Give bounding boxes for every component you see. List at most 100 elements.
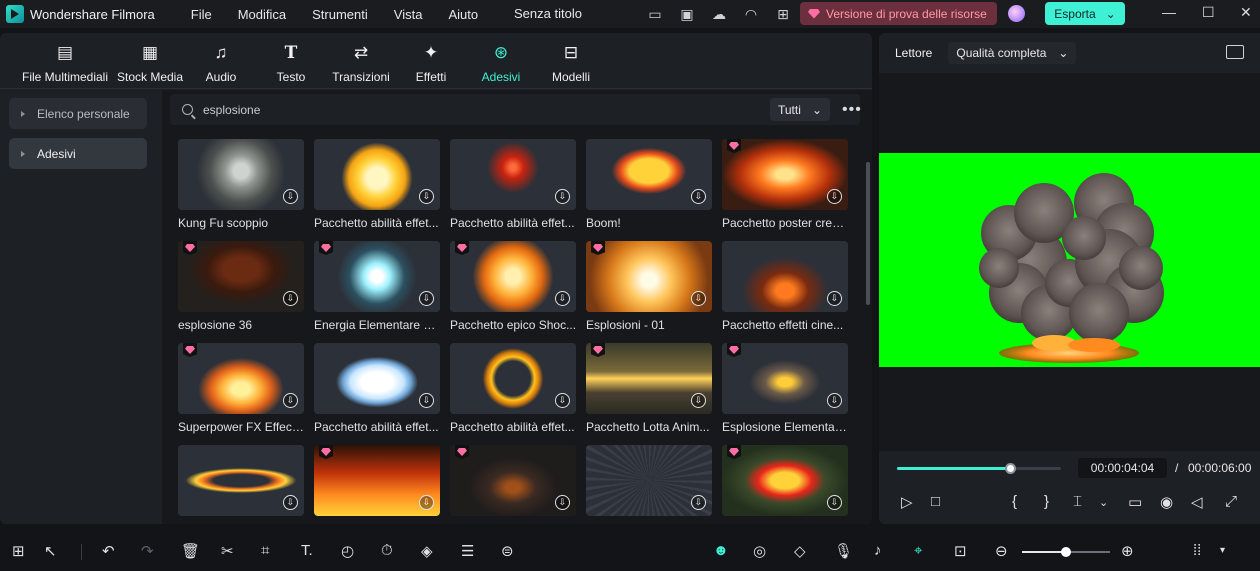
redo-icon[interactable]: ↷	[141, 542, 154, 560]
sticker-thumbnail[interactable]: ⇩	[178, 343, 304, 414]
sticker-card[interactable]: ⇩	[178, 445, 304, 522]
sticker-thumbnail[interactable]: ⇩	[586, 343, 712, 414]
sticker-thumbnail[interactable]: ⇩	[314, 241, 440, 312]
crop-icon[interactable]: ⌗	[261, 542, 269, 559]
sticker-card[interactable]: ⇩ Kung Fu scoppio	[178, 139, 304, 230]
zoom-slider[interactable]	[1022, 547, 1110, 557]
download-icon[interactable]: ⇩	[419, 291, 434, 306]
sticker-card[interactable]: ⇩	[450, 445, 576, 522]
snapshot-icon[interactable]: ◉	[1160, 493, 1173, 511]
sticker-thumbnail[interactable]: ⇩	[586, 445, 712, 516]
more-options-icon[interactable]: •••	[842, 101, 862, 119]
adjust-icon[interactable]: ☰	[461, 542, 474, 560]
download-icon[interactable]: ⇩	[691, 189, 706, 204]
sticker-card[interactable]: ⇩ Pacchetto effetti cine...	[722, 241, 848, 332]
download-icon[interactable]: ⇩	[691, 393, 706, 408]
export-button[interactable]: Esporta ⌄	[1045, 2, 1125, 25]
download-icon[interactable]: ⇩	[827, 291, 842, 306]
sticker-card[interactable]: ⇩ Pacchetto abilità effet...	[450, 139, 576, 230]
sticker-thumbnail[interactable]: ⇩	[722, 241, 848, 312]
download-icon[interactable]: ⇩	[827, 393, 842, 408]
playhead-handle[interactable]	[1005, 463, 1017, 474]
zoom-in-icon[interactable]: ⊕	[1121, 542, 1134, 560]
menu-help[interactable]: Aiuto	[448, 7, 478, 22]
minimize-icon[interactable]: —	[1162, 4, 1176, 20]
sticker-thumbnail[interactable]: ⇩	[450, 445, 576, 516]
music-list-icon[interactable]: ♪	[874, 542, 882, 559]
player-tab[interactable]: Lettore	[895, 46, 932, 60]
speed-icon[interactable]: ◴	[341, 542, 354, 560]
mark-in-icon[interactable]: {	[1012, 493, 1017, 510]
sticker-card[interactable]: ⇩ Pacchetto poster creat...	[722, 139, 850, 230]
sticker-thumbnail[interactable]: ⇩	[314, 445, 440, 516]
menu-edit[interactable]: Modifica	[238, 7, 286, 22]
track-layout-icon[interactable]: ⁞⁞	[1193, 542, 1201, 559]
download-icon[interactable]: ⇩	[555, 495, 570, 510]
download-icon[interactable]: ⇩	[283, 291, 298, 306]
sticker-card[interactable]: ⇩ Esplosioni - 01	[586, 241, 712, 332]
download-icon[interactable]: ⇩	[555, 291, 570, 306]
stop-icon[interactable]: □	[931, 493, 940, 510]
display-icon[interactable]: ▭	[1128, 493, 1142, 511]
download-icon[interactable]: ⇩	[283, 189, 298, 204]
scope-icon[interactable]	[1226, 45, 1244, 59]
avatar[interactable]	[1008, 5, 1025, 22]
layout-grid-icon[interactable]: ⊞	[12, 542, 25, 560]
playback-timeline[interactable]	[897, 463, 1061, 474]
sticker-thumbnail[interactable]: ⇩	[178, 139, 304, 210]
fit-icon[interactable]: ⊡	[954, 542, 967, 560]
quality-dropdown[interactable]: Qualità completa ⌄	[948, 42, 1077, 64]
sticker-thumbnail[interactable]: ⇩	[178, 241, 304, 312]
sticker-card[interactable]: ⇩ esplosione 36	[178, 241, 304, 332]
shield-icon[interactable]: ◇	[794, 542, 806, 560]
sticker-thumbnail[interactable]: ⇩	[722, 445, 848, 516]
sticker-card[interactable]: ⇩ Pacchetto abilità effet...	[450, 343, 576, 434]
sticker-thumbnail[interactable]: ⇩	[450, 139, 576, 210]
snap-icon[interactable]: ⌖	[914, 542, 922, 559]
download-icon[interactable]: ⇩	[827, 189, 842, 204]
clip-marker-icon[interactable]: ⌶	[1073, 493, 1082, 510]
mark-out-icon[interactable]: }	[1044, 493, 1049, 510]
current-time[interactable]: 00:00:04:04	[1078, 458, 1167, 478]
apps-icon[interactable]: ⊞	[772, 4, 794, 24]
cut-icon[interactable]: ✂	[221, 542, 234, 560]
zoom-out-icon[interactable]: ⊖	[995, 542, 1008, 560]
vertical-scrollbar[interactable]	[866, 162, 870, 305]
sticker-card[interactable]: ⇩ Superpower FX Effects...	[178, 343, 306, 434]
sticker-card[interactable]: ⇩	[586, 445, 712, 522]
filter-dropdown[interactable]: Tutti ⌄	[770, 98, 830, 121]
download-icon[interactable]: ⇩	[555, 393, 570, 408]
sticker-thumbnail[interactable]: ⇩	[450, 343, 576, 414]
sticker-thumbnail[interactable]: ⇩	[178, 445, 304, 516]
sticker-thumbnail[interactable]: ⇩	[586, 241, 712, 312]
sticker-thumbnail[interactable]: ⇩	[722, 343, 848, 414]
render-preview-icon[interactable]: ◎	[753, 542, 766, 560]
sticker-thumbnail[interactable]: ⇩	[314, 343, 440, 414]
sticker-card[interactable]: ⇩ Energia Elementare 10...	[314, 241, 442, 332]
fullscreen-icon[interactable]: ⤢	[1225, 493, 1237, 510]
download-icon[interactable]: ⇩	[283, 495, 298, 510]
sticker-thumbnail[interactable]: ⇩	[314, 139, 440, 210]
sticker-card[interactable]: ⇩ Pacchetto Lotta Anim...	[586, 343, 712, 434]
download-icon[interactable]: ⇩	[419, 495, 434, 510]
download-icon[interactable]: ⇩	[419, 393, 434, 408]
undo-icon[interactable]: ↶	[102, 542, 115, 560]
download-icon[interactable]: ⇩	[555, 189, 570, 204]
save-icon[interactable]: ▣	[676, 4, 698, 24]
menu-file[interactable]: File	[191, 7, 212, 22]
zoom-handle[interactable]	[1061, 547, 1071, 557]
sidebar-item-stickers[interactable]: Adesivi	[9, 138, 147, 169]
play-icon[interactable]: ▷	[901, 493, 913, 511]
timer-icon[interactable]: ⏱	[381, 542, 393, 559]
sticker-card[interactable]: ⇩ Boom!	[586, 139, 712, 230]
sticker-card[interactable]: ⇩ Pacchetto abilità effet...	[314, 139, 440, 230]
download-icon[interactable]: ⇩	[827, 495, 842, 510]
microphone-icon[interactable]: 🎙	[834, 542, 853, 560]
sticker-card[interactable]: ⇩ Pacchetto epico Shoc...	[450, 241, 576, 332]
search-input[interactable]	[203, 102, 603, 117]
select-tool-icon[interactable]: ↖	[44, 542, 57, 560]
sticker-thumbnail[interactable]: ⇩	[450, 241, 576, 312]
promo-button[interactable]: Versione di prova delle risorse	[800, 2, 997, 25]
tab-templates[interactable]: ⊟ Modelli	[521, 42, 621, 84]
ai-assistant-icon[interactable]: ☻	[713, 542, 729, 559]
